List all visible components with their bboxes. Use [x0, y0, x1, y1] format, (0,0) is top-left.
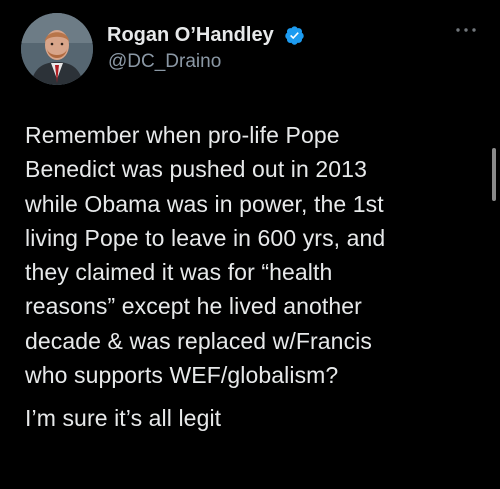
avatar[interactable]: [21, 13, 93, 85]
tweet-text-line: who supports WEF/globalism?: [25, 362, 339, 389]
tweet-text-line: decade & was replaced w/Francis: [25, 327, 372, 354]
display-name[interactable]: Rogan O’Handley: [107, 24, 274, 47]
user-handle[interactable]: @DC_Draino: [108, 51, 221, 73]
tweet-text-line: they claimed it was for “health: [25, 259, 333, 286]
tweet-closing-line: I’m sure it’s all legit: [25, 405, 222, 432]
verified-badge-icon: [285, 26, 304, 45]
tweet: Rogan O’Handley @DC_Draino Remember when…: [0, 0, 500, 489]
scrollbar[interactable]: [492, 148, 496, 201]
tweet-text-line: Benedict was pushed out in 2013: [25, 156, 367, 183]
more-options-icon[interactable]: [455, 26, 477, 34]
tweet-text-line: while Obama was in power, the 1st: [25, 190, 384, 217]
tweet-text-line: living Pope to leave in 600 yrs, and: [25, 224, 386, 251]
tweet-text-line: Remember when pro-life Pope: [25, 122, 340, 148]
tweet-text-line: reasons” except he lived another: [25, 293, 362, 320]
profile-photo-icon: [21, 13, 93, 85]
tweet-text: Remember when pro-life Pope Benedict was…: [25, 118, 487, 436]
